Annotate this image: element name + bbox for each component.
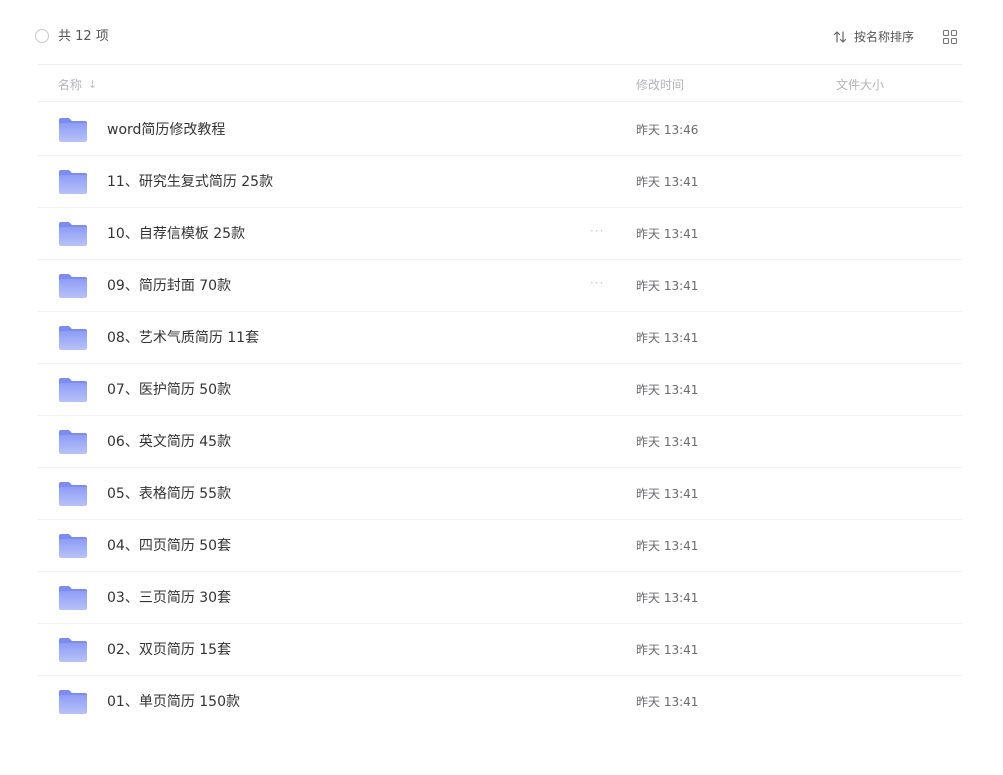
- sort-by-name-button[interactable]: 按名称排序: [832, 28, 914, 46]
- folder-icon: [58, 221, 88, 247]
- file-row[interactable]: 02、双页简历 15套 昨天 13:41: [38, 624, 963, 676]
- file-modified-time: 昨天 13:41: [636, 227, 699, 241]
- folder-icon: [58, 117, 88, 143]
- folder-icon: [58, 533, 88, 559]
- file-row[interactable]: 09、简历封面 70款 ··· 昨天 13:41: [38, 260, 963, 312]
- folder-icon: [58, 325, 88, 351]
- file-modified-time: 昨天 13:41: [636, 383, 699, 397]
- folder-icon: [58, 689, 88, 715]
- folder-icon: [58, 429, 88, 455]
- folder-icon: [58, 377, 88, 403]
- file-row[interactable]: 05、表格简历 55款 昨天 13:41: [38, 468, 963, 520]
- file-list: word简历修改教程 昨天 13:46 11、研究生复式简历 25款 昨天 13…: [38, 104, 963, 728]
- file-row[interactable]: 11、研究生复式简历 25款 昨天 13:41: [38, 156, 963, 208]
- file-name[interactable]: 10、自荐信模板 25款: [107, 225, 245, 243]
- sort-label: 按名称排序: [854, 30, 915, 44]
- file-row[interactable]: 10、自荐信模板 25款 ··· 昨天 13:41: [38, 208, 963, 260]
- file-row[interactable]: 01、单页简历 150款 昨天 13:41: [38, 676, 963, 728]
- file-modified-time: 昨天 13:41: [636, 435, 699, 449]
- file-name[interactable]: 04、四页简历 50套: [107, 537, 231, 555]
- folder-icon: [58, 585, 88, 611]
- grid-view-icon: [942, 29, 958, 45]
- file-row[interactable]: 08、艺术气质简历 11套 昨天 13:41: [38, 312, 963, 364]
- file-name[interactable]: 08、艺术气质简历 11套: [107, 329, 259, 347]
- list-header: 名称 ↓ 修改时间 文件大小: [38, 64, 963, 102]
- folder-icon: [58, 481, 88, 507]
- more-actions-button[interactable]: ···: [590, 222, 604, 240]
- select-all-checkbox[interactable]: [35, 29, 49, 43]
- file-name[interactable]: 02、双页简历 15套: [107, 641, 231, 659]
- item-count: 共 12 项: [58, 29, 109, 44]
- file-modified-time: 昨天 13:41: [636, 643, 699, 657]
- folder-icon: [58, 169, 88, 195]
- column-name-header[interactable]: 名称 ↓: [58, 76, 97, 93]
- folder-icon: [58, 637, 88, 663]
- file-row[interactable]: 04、四页简历 50套 昨天 13:41: [38, 520, 963, 572]
- file-modified-time: 昨天 13:41: [636, 695, 699, 709]
- column-name-label: 名称: [58, 78, 83, 92]
- sort-arrows-icon: [833, 31, 847, 43]
- folder-icon: [58, 273, 88, 299]
- file-row[interactable]: 06、英文简历 45款 昨天 13:41: [38, 416, 963, 468]
- file-modified-time: 昨天 13:46: [636, 123, 699, 137]
- file-row[interactable]: word简历修改教程 昨天 13:46: [38, 104, 963, 156]
- file-modified-time: 昨天 13:41: [636, 279, 699, 293]
- file-name[interactable]: 06、英文简历 45款: [107, 433, 231, 451]
- file-modified-time: 昨天 13:41: [636, 331, 699, 345]
- file-row[interactable]: 07、医护简历 50款 昨天 13:41: [38, 364, 963, 416]
- file-modified-time: 昨天 13:41: [636, 591, 699, 605]
- more-actions-button[interactable]: ···: [590, 274, 604, 292]
- file-modified-time: 昨天 13:41: [636, 175, 699, 189]
- file-modified-time: 昨天 13:41: [636, 487, 699, 501]
- arrow-down-icon: ↓: [88, 78, 98, 91]
- file-name[interactable]: 07、医护简历 50款: [107, 381, 231, 399]
- grid-view-button[interactable]: [942, 29, 958, 45]
- file-name[interactable]: 01、单页简历 150款: [107, 693, 240, 711]
- column-size-header[interactable]: 文件大小: [836, 76, 884, 93]
- file-row[interactable]: 03、三页简历 30套 昨天 13:41: [38, 572, 963, 624]
- column-modified-header[interactable]: 修改时间: [636, 76, 684, 93]
- file-name[interactable]: 05、表格简历 55款: [107, 485, 231, 503]
- file-modified-time: 昨天 13:41: [636, 539, 699, 553]
- file-name[interactable]: 11、研究生复式简历 25款: [107, 173, 273, 191]
- file-name[interactable]: 09、简历封面 70款: [107, 277, 231, 295]
- file-name[interactable]: 03、三页简历 30套: [107, 589, 231, 607]
- file-name[interactable]: word简历修改教程: [107, 121, 225, 139]
